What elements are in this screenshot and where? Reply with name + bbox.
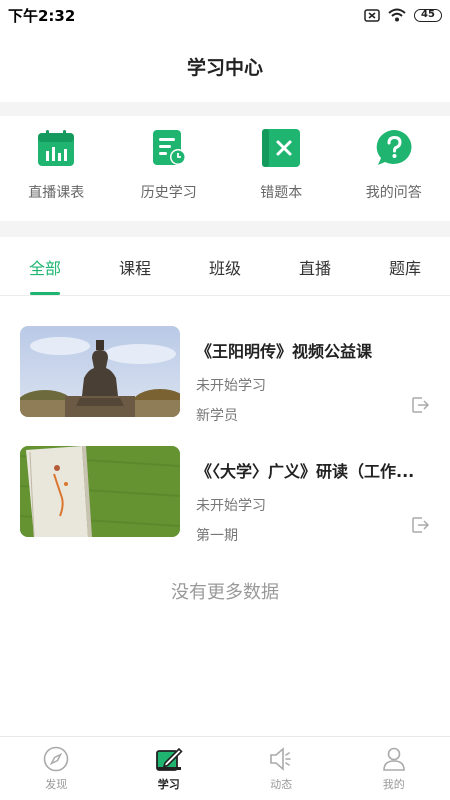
exit-icon[interactable] bbox=[410, 515, 430, 535]
tab-label: 直播 bbox=[298, 258, 331, 278]
compass-icon bbox=[42, 745, 70, 773]
user-icon bbox=[380, 745, 408, 773]
active-tab-indicator bbox=[30, 292, 60, 295]
tab-question-bank[interactable]: 题库 bbox=[360, 238, 450, 295]
page-title: 学习中心 bbox=[186, 56, 263, 79]
quick-entry-label: 历史学习 bbox=[140, 185, 197, 201]
tab-label: 课程 bbox=[118, 258, 151, 278]
section-divider bbox=[0, 102, 450, 116]
quick-entries: 直播课表 历史学习 错题本 我的问答 bbox=[0, 116, 450, 220]
course-title: 《〈大学〉广义》研读（工作... bbox=[196, 462, 415, 481]
nav-label: 学习 bbox=[157, 778, 180, 791]
quick-entry-label: 直播课表 bbox=[28, 185, 85, 201]
sim-off-icon bbox=[364, 8, 380, 22]
quick-entry-wrong-questions[interactable]: 错题本 bbox=[225, 116, 338, 220]
bottom-nav: 发现 学习 动态 我的 bbox=[0, 736, 450, 800]
exit-icon[interactable] bbox=[410, 395, 430, 415]
tab-all[interactable]: 全部 bbox=[0, 238, 90, 295]
section-divider bbox=[0, 221, 450, 237]
document-clock-icon bbox=[149, 128, 189, 168]
nav-me[interactable]: 我的 bbox=[338, 737, 450, 800]
quick-entry-label: 我的问答 bbox=[365, 185, 422, 201]
battery-icon: 45 bbox=[414, 8, 442, 22]
nav-label: 我的 bbox=[382, 778, 405, 791]
course-thumbnail-book bbox=[20, 446, 180, 537]
nav-discover[interactable]: 发现 bbox=[0, 737, 113, 800]
quick-entry-history[interactable]: 历史学习 bbox=[113, 116, 226, 220]
course-info: 《王阳明传》视频公益课 未开始学习 新学员 bbox=[196, 326, 430, 424]
no-more-data-text: 没有更多数据 bbox=[171, 582, 279, 603]
course-status: 未开始学习 bbox=[196, 498, 266, 514]
tab-label: 全部 bbox=[28, 258, 61, 278]
course-info: 《〈大学〉广义》研读（工作... 未开始学习 第一期 bbox=[196, 446, 430, 544]
course-status: 未开始学习 bbox=[196, 378, 266, 394]
tab-label: 题库 bbox=[388, 258, 421, 278]
app-header: 学习中心 bbox=[0, 30, 450, 102]
nav-label: 动态 bbox=[270, 778, 293, 791]
tab-live[interactable]: 直播 bbox=[270, 238, 360, 295]
calendar-chart-icon bbox=[36, 128, 76, 168]
question-bubble-icon bbox=[374, 128, 414, 168]
status-bar: 下午2:32 45 bbox=[0, 0, 450, 30]
filter-tabs: 全部 课程 班级 直播 题库 bbox=[0, 238, 450, 296]
nav-label: 发现 bbox=[45, 778, 68, 791]
list-item[interactable]: 《〈大学〉广义》研读（工作... 未开始学习 第一期 bbox=[20, 446, 430, 544]
course-list: 《王阳明传》视频公益课 未开始学习 新学员 《〈大学〉广义》研读（工作... 未… bbox=[20, 326, 430, 566]
wifi-icon bbox=[388, 8, 406, 22]
status-icons: 45 bbox=[364, 8, 442, 22]
quick-entry-label: 错题本 bbox=[260, 185, 303, 201]
course-title: 《王阳明传》视频公益课 bbox=[196, 342, 373, 361]
course-thumbnail-statue bbox=[20, 326, 180, 417]
speaker-icon bbox=[267, 745, 295, 773]
tab-label: 班级 bbox=[208, 258, 241, 278]
quick-entry-my-qa[interactable]: 我的问答 bbox=[338, 116, 450, 220]
wrong-notebook-icon bbox=[261, 128, 301, 168]
study-icon bbox=[155, 745, 183, 773]
nav-study[interactable]: 学习 bbox=[113, 737, 226, 800]
tab-classes[interactable]: 班级 bbox=[180, 238, 270, 295]
course-meta: 新学员 bbox=[196, 408, 238, 424]
course-meta: 第一期 bbox=[196, 528, 238, 544]
status-time: 下午2:32 bbox=[8, 6, 76, 25]
nav-updates[interactable]: 动态 bbox=[225, 737, 338, 800]
quick-entry-live-schedule[interactable]: 直播课表 bbox=[0, 116, 113, 220]
tab-courses[interactable]: 课程 bbox=[90, 238, 180, 295]
list-item[interactable]: 《王阳明传》视频公益课 未开始学习 新学员 bbox=[20, 326, 430, 424]
